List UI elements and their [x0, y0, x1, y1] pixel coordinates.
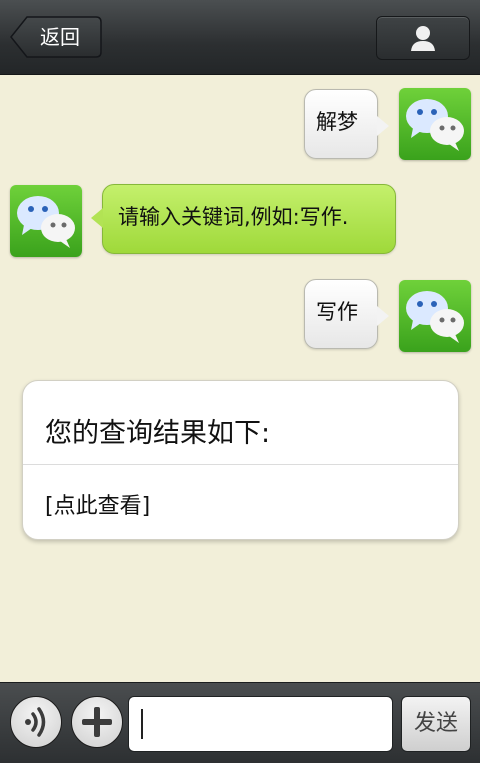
result-card-title: 您的查询结果如下:: [45, 418, 271, 449]
message-text: 请输入关键词,例如:写作.: [118, 205, 349, 229]
back-label: 返回: [40, 25, 80, 49]
title-bar: 返回: [0, 0, 480, 75]
bubble-tail: [377, 306, 389, 326]
person-icon: [411, 26, 435, 51]
self-avatar[interactable]: [399, 280, 471, 352]
message-text: 解梦: [316, 110, 358, 134]
send-button[interactable]: 发送: [401, 696, 471, 752]
contact-button[interactable]: [376, 16, 470, 60]
plus-icon: [82, 707, 112, 737]
composer-bar: 发送: [0, 682, 480, 763]
view-result-link[interactable]: [点此查看]: [45, 488, 150, 520]
text-caret: [141, 709, 143, 739]
message-input[interactable]: [128, 696, 393, 752]
message-bubble-outgoing[interactable]: 写作: [304, 279, 389, 349]
wechat-logo-icon: [406, 291, 464, 343]
message-bubble-outgoing[interactable]: 解梦: [304, 89, 389, 159]
wechat-logo-icon: [17, 196, 75, 248]
message-bubble-incoming[interactable]: 请输入关键词,例如:写作.: [91, 184, 396, 254]
voice-button[interactable]: [10, 696, 62, 748]
plus-button[interactable]: [71, 696, 123, 748]
message-text: 写作: [316, 300, 358, 324]
wechat-logo-icon: [406, 99, 464, 151]
voice-icon: [25, 707, 46, 737]
result-card[interactable]: 您的查询结果如下: [点此查看]: [22, 380, 459, 540]
contact-avatar[interactable]: [10, 185, 82, 257]
back-button[interactable]: 返回: [10, 16, 102, 58]
bubble-tail: [377, 116, 389, 136]
self-avatar[interactable]: [399, 88, 471, 160]
bubble-tail: [91, 208, 103, 228]
card-divider: [23, 464, 458, 465]
